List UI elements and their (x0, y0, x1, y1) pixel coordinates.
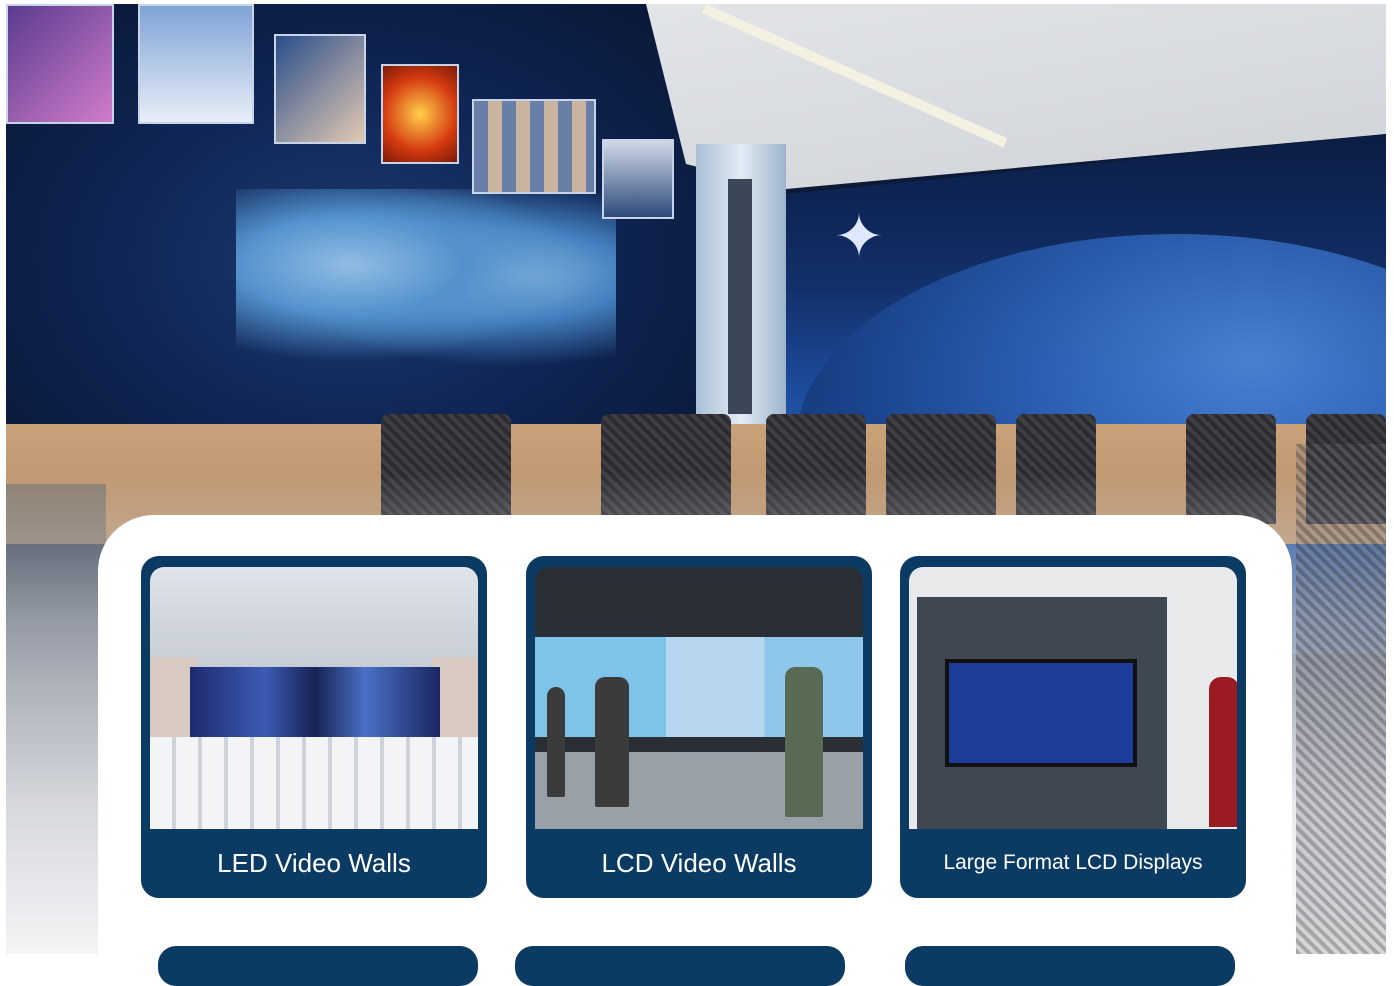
image-person (595, 677, 629, 807)
lcd-video-wall-image (535, 567, 863, 829)
card-cropped[interactable] (905, 946, 1235, 986)
wall-thumbnail (602, 139, 674, 219)
card-large-format-lcd-displays[interactable]: Large Format LCD Displays (900, 556, 1246, 898)
compass-star-icon: ✦ (833, 203, 885, 270)
hero-fade-right (1296, 444, 1386, 954)
world-map-graphic (236, 189, 616, 379)
wall-thumbnail (274, 34, 366, 144)
rocket-tower (728, 179, 752, 414)
wall-thumbnail (472, 99, 596, 194)
led-video-wall-image (150, 567, 478, 829)
image-person (785, 667, 823, 817)
card-cropped[interactable] (515, 946, 845, 986)
card-cropped[interactable] (158, 946, 478, 986)
card-led-video-walls[interactable]: LED Video Walls (141, 556, 487, 898)
card-label[interactable]: LCD Video Walls (529, 831, 869, 895)
hero-fade-left (6, 484, 106, 954)
image-person (1209, 677, 1237, 827)
image-person (547, 687, 565, 797)
wall-thumbnail (381, 64, 459, 164)
image-seats (150, 737, 478, 829)
image-lcd-screen (945, 659, 1137, 767)
wall-thumbnail (138, 4, 254, 124)
image-led-screen (190, 667, 440, 739)
wall-thumbnail (6, 4, 114, 124)
card-lcd-video-walls[interactable]: LCD Video Walls (526, 556, 872, 898)
card-label[interactable]: Large Format LCD Displays (903, 831, 1243, 895)
large-format-lcd-image (909, 567, 1237, 829)
card-label[interactable]: LED Video Walls (144, 831, 484, 895)
